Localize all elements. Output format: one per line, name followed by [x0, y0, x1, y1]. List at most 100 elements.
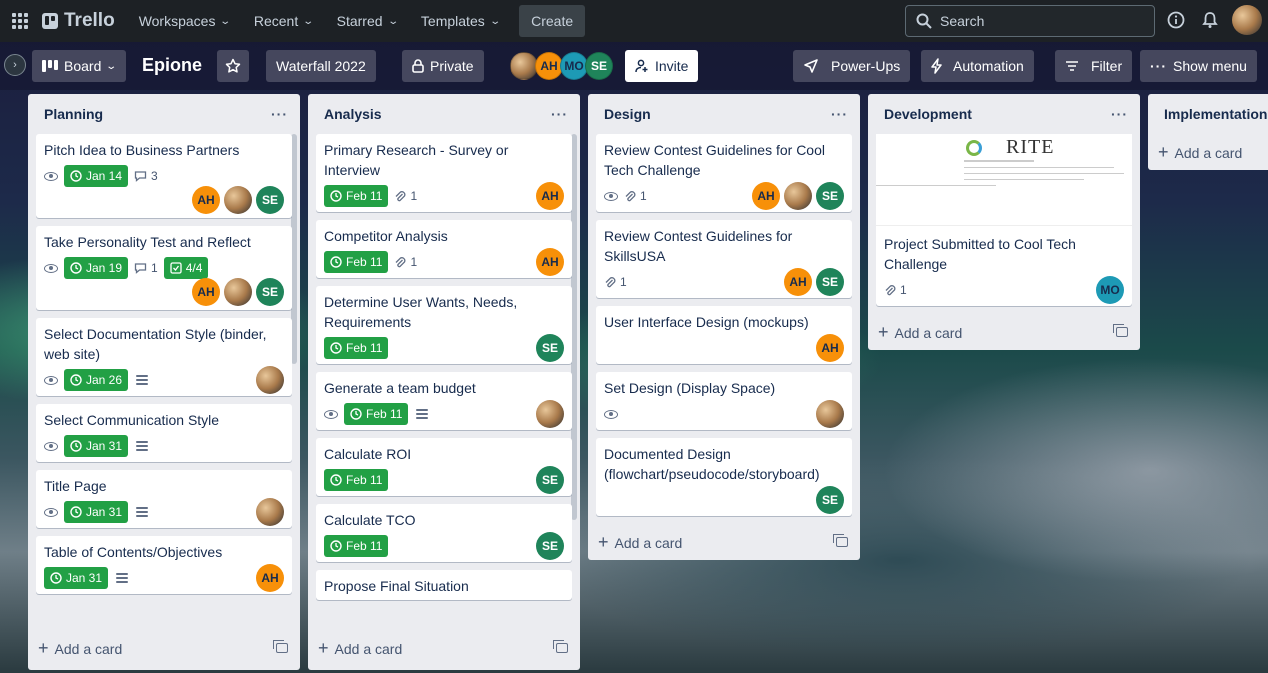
- card-member-photo[interactable]: [784, 182, 812, 210]
- due-date-badge[interactable]: Jan 26: [64, 369, 129, 391]
- card-member-se[interactable]: SE: [256, 186, 284, 214]
- card-member-se[interactable]: SE: [536, 334, 564, 362]
- card[interactable]: Take Personality Test and Reflect Jan 19…: [36, 226, 292, 310]
- member-avatar-photo[interactable]: [510, 52, 538, 80]
- power-ups-button[interactable]: Power-Ups: [793, 50, 911, 82]
- visibility-button[interactable]: Private: [402, 50, 484, 82]
- list-menu-dots-icon[interactable]: ···: [551, 106, 568, 122]
- due-date-badge[interactable]: Feb 11: [344, 403, 409, 425]
- card[interactable]: Generate a team budget Feb 11: [316, 372, 572, 430]
- card-member-ah[interactable]: AH: [256, 564, 284, 592]
- card-member-ah[interactable]: AH: [752, 182, 780, 210]
- card[interactable]: Select Documentation Style (binder, web …: [36, 318, 292, 396]
- due-date-badge[interactable]: Jan 14: [64, 165, 129, 187]
- card[interactable]: User Interface Design (mockups) AH: [596, 306, 852, 364]
- workspaces-menu[interactable]: Workspaces ⌄: [129, 5, 240, 37]
- notifications-bell-icon[interactable]: [1199, 9, 1221, 31]
- card-member-se[interactable]: SE: [816, 182, 844, 210]
- card-member-se[interactable]: SE: [256, 278, 284, 306]
- card-member-photo[interactable]: [256, 498, 284, 526]
- card[interactable]: Propose Final Situation: [316, 570, 572, 600]
- card-member-photo[interactable]: [224, 278, 252, 306]
- add-card-button[interactable]: + Add a card: [1148, 134, 1268, 170]
- due-date-badge[interactable]: Feb 11: [324, 469, 389, 491]
- list-menu-dots-icon[interactable]: ···: [831, 106, 848, 122]
- board-title[interactable]: Epione: [142, 55, 202, 76]
- card-member-se[interactable]: SE: [816, 486, 844, 514]
- member-avatar-ah[interactable]: AH: [535, 52, 563, 80]
- due-date-badge[interactable]: Feb 11: [324, 251, 389, 273]
- card[interactable]: Set Design (Display Space): [596, 372, 852, 430]
- add-card-button[interactable]: + Add a card: [308, 630, 580, 666]
- list-title[interactable]: Analysis: [324, 106, 382, 122]
- search-input[interactable]: Search: [905, 5, 1155, 37]
- card-member-photo[interactable]: [224, 186, 252, 214]
- list-menu-dots-icon[interactable]: ···: [1111, 106, 1128, 122]
- info-icon[interactable]: [1165, 9, 1187, 31]
- due-date-badge[interactable]: Feb 11: [324, 337, 389, 359]
- add-card-button[interactable]: + Add a card: [28, 630, 300, 666]
- card-member-photo[interactable]: [816, 400, 844, 428]
- card-member-se[interactable]: SE: [816, 268, 844, 296]
- card-member-ah[interactable]: AH: [192, 186, 220, 214]
- card-member-ah[interactable]: AH: [192, 278, 220, 306]
- card[interactable]: Calculate TCO Feb 11 SE: [316, 504, 572, 562]
- create-button[interactable]: Create: [519, 5, 586, 37]
- card[interactable]: Review Contest Guidelines for SkillsUSA …: [596, 220, 852, 298]
- list-title[interactable]: Development: [884, 106, 972, 122]
- board-view-switcher[interactable]: Board ⌄: [32, 50, 126, 82]
- due-date-badge[interactable]: Jan 19: [64, 257, 129, 279]
- card[interactable]: Primary Research - Survey or Interview F…: [316, 134, 572, 212]
- add-card-button[interactable]: + Add a card: [588, 524, 860, 560]
- filter-button[interactable]: Filter: [1055, 50, 1133, 82]
- due-date-badge[interactable]: Jan 31: [64, 435, 129, 457]
- card[interactable]: Pitch Idea to Business Partners Jan 14 3…: [36, 134, 292, 218]
- due-date-badge[interactable]: Feb 11: [324, 185, 389, 207]
- card-template-icon[interactable]: [1113, 324, 1128, 337]
- list-title[interactable]: Design: [604, 106, 651, 122]
- list-menu-dots-icon[interactable]: ···: [271, 106, 288, 122]
- card[interactable]: RITE Project Submitted to Cool Tech Chal…: [876, 134, 1132, 306]
- card-template-icon[interactable]: [273, 640, 288, 653]
- app-switcher-icon[interactable]: [8, 9, 32, 33]
- due-date-badge[interactable]: Feb 11: [324, 535, 389, 557]
- card-member-se[interactable]: SE: [536, 532, 564, 560]
- comment-icon: [134, 263, 147, 274]
- list-title[interactable]: Planning: [44, 106, 103, 122]
- card-template-icon[interactable]: [833, 534, 848, 547]
- card-member-photo[interactable]: [536, 400, 564, 428]
- member-avatar-mo[interactable]: MO: [560, 52, 588, 80]
- card-member-photo[interactable]: [256, 366, 284, 394]
- card[interactable]: Documented Design (flowchart/pseudocode/…: [596, 438, 852, 516]
- card[interactable]: Competitor Analysis Feb 11 1 AH: [316, 220, 572, 278]
- card-member-se[interactable]: SE: [536, 466, 564, 494]
- card[interactable]: Title Page Jan 31: [36, 470, 292, 528]
- card[interactable]: Table of Contents/Objectives Jan 31 AH: [36, 536, 292, 594]
- automation-button[interactable]: Automation: [921, 50, 1034, 82]
- list-title[interactable]: Implementation: [1164, 106, 1267, 122]
- due-date-badge[interactable]: Jan 31: [64, 501, 129, 523]
- templates-menu[interactable]: Templates ⌄: [411, 5, 509, 37]
- card-member-ah[interactable]: AH: [536, 248, 564, 276]
- invite-button[interactable]: Invite: [625, 50, 699, 82]
- account-avatar[interactable]: [1232, 5, 1262, 35]
- star-board-button[interactable]: [217, 50, 249, 82]
- recent-menu[interactable]: Recent ⌄: [244, 5, 323, 37]
- show-menu-button[interactable]: ··· Show menu: [1140, 50, 1257, 82]
- workspace-button[interactable]: Waterfall 2022: [266, 50, 376, 82]
- card-template-icon[interactable]: [553, 640, 568, 653]
- due-date-badge[interactable]: Jan 31: [44, 567, 109, 589]
- add-card-button[interactable]: + Add a card: [868, 314, 1140, 350]
- card[interactable]: Determine User Wants, Needs, Requirement…: [316, 286, 572, 364]
- member-avatar-se[interactable]: SE: [585, 52, 613, 80]
- card-member-ah[interactable]: AH: [784, 268, 812, 296]
- card-member-ah[interactable]: AH: [536, 182, 564, 210]
- card-member-mo[interactable]: MO: [1096, 276, 1124, 304]
- card[interactable]: Calculate ROI Feb 11 SE: [316, 438, 572, 496]
- sidebar-expand-icon[interactable]: ›: [4, 54, 26, 76]
- starred-menu[interactable]: Starred ⌄: [327, 5, 407, 37]
- card-member-ah[interactable]: AH: [816, 334, 844, 362]
- card[interactable]: Select Communication Style Jan 31: [36, 404, 292, 462]
- card[interactable]: Review Contest Guidelines for Cool Tech …: [596, 134, 852, 212]
- trello-logo[interactable]: Trello: [42, 10, 115, 32]
